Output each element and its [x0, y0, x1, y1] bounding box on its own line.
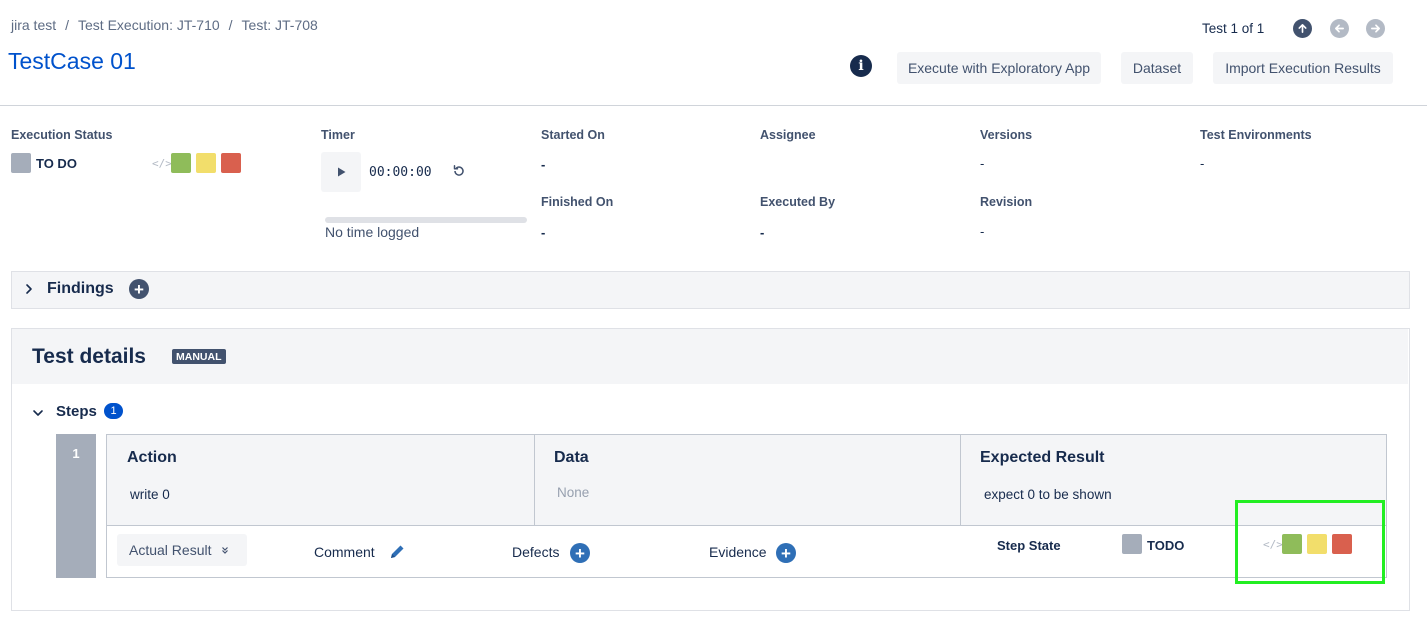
execute-exploratory-button[interactable]: Execute with Exploratory App: [897, 52, 1101, 84]
status-fail-button[interactable]: [221, 153, 241, 173]
executed-by-label: Executed By: [760, 195, 836, 209]
breadcrumb-project-link[interactable]: jira test: [11, 17, 56, 33]
executed-by-value: -: [760, 225, 765, 240]
chevron-updown-icon: [222, 547, 229, 554]
expected-result-header: Expected Result: [980, 449, 1105, 466]
finished-on-label: Finished On: [541, 195, 614, 209]
test-type-badge: MANUAL: [172, 349, 226, 364]
time-progress-bar: [325, 217, 527, 223]
findings-label: Findings: [47, 280, 114, 297]
versions-value: -: [980, 156, 985, 171]
steps-count-badge: 1: [104, 403, 123, 419]
steps-label: Steps: [56, 403, 97, 420]
step-number: 1: [56, 434, 96, 578]
row-divider: [107, 525, 1386, 526]
breadcrumb-separator: /: [228, 17, 233, 33]
revision-label: Revision: [980, 195, 1033, 209]
evidence-label: Evidence: [709, 544, 767, 560]
comment-label: Comment: [314, 544, 375, 560]
add-defect-icon[interactable]: +: [570, 543, 590, 563]
reset-timer-icon[interactable]: [452, 164, 466, 183]
test-pager-label: Test 1 of 1: [1202, 21, 1265, 36]
data-header: Data: [554, 449, 589, 466]
status-color-swatch: [11, 153, 31, 173]
import-results-button[interactable]: Import Execution Results: [1213, 52, 1393, 84]
breadcrumb-separator: /: [65, 17, 70, 33]
action-value: write 0: [130, 487, 170, 502]
execution-status-value: TO DO: [36, 156, 77, 171]
timer-value: 00:00:00: [369, 165, 432, 180]
timer-play-button[interactable]: [321, 152, 361, 192]
execution-status-label: Execution Status: [11, 128, 113, 142]
info-icon[interactable]: i: [850, 55, 872, 77]
step-state-value: TODO: [1147, 538, 1185, 553]
arrow-left-icon[interactable]: [1330, 19, 1349, 38]
assignee-label: Assignee: [760, 128, 816, 142]
breadcrumb-test-link[interactable]: Test: JT-708: [242, 17, 318, 33]
header-divider: [0, 105, 1427, 106]
revision-value: -: [980, 224, 985, 239]
actual-result-toggle[interactable]: Actual Result: [117, 534, 247, 566]
findings-panel[interactable]: [11, 271, 1410, 309]
expected-result-value: expect 0 to be shown: [984, 487, 1112, 502]
step-state-label: Step State: [997, 538, 1061, 553]
status-pass-button[interactable]: [171, 153, 191, 173]
test-environments-label: Test Environments: [1200, 128, 1312, 142]
column-divider: [960, 435, 961, 526]
chevron-down-icon[interactable]: [32, 405, 44, 423]
timer-label: Timer: [321, 128, 355, 142]
add-evidence-icon[interactable]: +: [776, 543, 796, 563]
arrow-right-icon[interactable]: [1366, 19, 1385, 38]
test-environments-value: -: [1200, 156, 1205, 171]
data-cell: [535, 435, 960, 526]
code-icon[interactable]: </>: [152, 157, 172, 170]
add-finding-icon[interactable]: +: [129, 279, 149, 299]
highlight-box: [1235, 500, 1385, 584]
data-value: None: [557, 485, 590, 500]
page-title: TestCase 01: [8, 48, 136, 74]
status-executing-button[interactable]: [196, 153, 216, 173]
test-details-title: Test details: [32, 345, 146, 368]
action-header: Action: [127, 449, 177, 466]
edit-pencil-icon[interactable]: [388, 543, 406, 566]
column-divider: [534, 435, 535, 526]
started-on-label: Started On: [541, 128, 605, 142]
step-state-swatch: [1122, 534, 1142, 554]
finished-on-value: -: [541, 225, 546, 240]
play-icon: [338, 167, 346, 177]
no-time-logged-text: No time logged: [325, 224, 420, 240]
versions-label: Versions: [980, 128, 1033, 142]
breadcrumb-execution-link[interactable]: Test Execution: JT-710: [78, 17, 220, 33]
arrow-up-icon[interactable]: [1293, 19, 1312, 38]
dataset-button[interactable]: Dataset: [1121, 52, 1193, 84]
breadcrumb: jira test / Test Execution: JT-710 / Test: J…: [11, 17, 318, 33]
defects-label: Defects: [512, 544, 560, 560]
chevron-right-icon[interactable]: [24, 282, 34, 300]
started-on-value: -: [541, 157, 546, 172]
actual-result-label: Actual Result: [129, 542, 212, 558]
